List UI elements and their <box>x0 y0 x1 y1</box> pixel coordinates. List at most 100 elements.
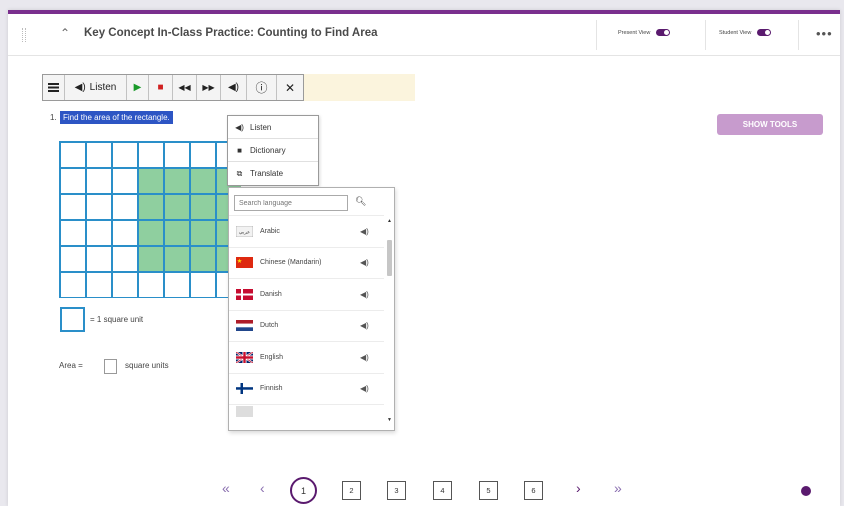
listen-label: Listen <box>89 82 117 93</box>
pagination: « ‹ 1 2 3 4 5 6 › » <box>8 477 840 504</box>
uk-flag-icon <box>236 351 253 363</box>
next-page-icon[interactable]: › <box>576 480 581 496</box>
speaker-icon[interactable]: ◀︎) <box>360 227 369 236</box>
info-icon[interactable]: ⓘ <box>247 75 277 100</box>
translate-icon: ⧉ <box>236 168 243 178</box>
divider <box>596 20 597 50</box>
selection-context-menu: ◀︎) Listen ■ Dictionary ⧉ Translate <box>227 115 319 186</box>
page-button[interactable]: 4 <box>433 481 452 500</box>
speaker-icon[interactable]: ◀︎) <box>360 290 369 299</box>
speaker-icon[interactable]: ◀︎) <box>360 353 369 362</box>
language-scrollbar[interactable]: ▲ ▼ <box>386 218 393 423</box>
language-name: Chinese (Mandarin) <box>260 259 322 267</box>
play-icon[interactable]: ▶ <box>127 75 149 100</box>
denmark-flag-icon <box>236 288 253 300</box>
grid-cell-shaded <box>137 219 165 247</box>
page-button[interactable]: 5 <box>479 481 498 500</box>
question-number: 1. <box>50 113 57 122</box>
grid-cell <box>111 219 139 247</box>
help-icon[interactable] <box>801 486 811 496</box>
grid-cell <box>85 167 113 195</box>
grid-cell <box>59 167 87 195</box>
grid-cell-shaded <box>163 167 191 195</box>
language-name: English <box>260 353 283 361</box>
grid-cell-shaded <box>189 245 217 273</box>
present-view-toggle[interactable] <box>656 29 671 36</box>
grid-cell <box>85 245 113 273</box>
student-view-toggle-group[interactable]: Student View <box>719 29 772 36</box>
context-item-label: Listen <box>250 122 272 132</box>
grid-cell-shaded <box>163 219 191 247</box>
context-item-label: Dictionary <box>250 145 286 155</box>
language-item-arabic[interactable]: عربي Arabic ◀︎) <box>229 215 384 247</box>
page-button[interactable]: 6 <box>524 481 543 500</box>
grid-cell <box>111 271 139 298</box>
context-item-label: Translate <box>250 169 284 178</box>
language-name: Dutch <box>260 322 279 330</box>
student-view-toggle[interactable] <box>757 29 772 36</box>
arabic-flag-icon: عربي <box>236 225 253 237</box>
rewind-icon[interactable]: ◀◀ <box>173 75 197 100</box>
language-search-input[interactable] <box>234 195 348 211</box>
language-item-chinese[interactable]: Chinese (Mandarin) ◀︎) <box>229 246 384 279</box>
grid-cell <box>59 141 87 169</box>
scroll-down-icon[interactable]: ▼ <box>387 417 392 423</box>
language-item-dutch[interactable]: Dutch ◀︎) <box>229 309 384 342</box>
flag-icon <box>236 406 253 417</box>
area-answer-input[interactable] <box>104 359 117 374</box>
stop-icon[interactable]: ■ <box>149 75 173 100</box>
unit-legend: = 1 square unit <box>90 315 144 324</box>
search-icon[interactable]: 🔍︎ <box>355 196 366 207</box>
speaker-icon[interactable]: ◀︎) <box>360 258 369 267</box>
menu-icon[interactable] <box>43 75 65 100</box>
grid-cell-shaded <box>137 245 165 273</box>
question-text[interactable]: Find the area of the rectangle. <box>60 111 173 124</box>
svg-text:عربي: عربي <box>239 229 250 235</box>
language-item-danish[interactable]: Danish ◀︎) <box>229 278 384 310</box>
volume-icon[interactable]: ◀︎) <box>221 75 247 100</box>
grid-cell <box>137 271 165 298</box>
speaker-icon[interactable]: ◀︎) <box>360 384 369 393</box>
grid-cell-shaded <box>189 167 217 195</box>
present-view-toggle-group[interactable]: Present View <box>618 29 671 36</box>
drag-handle-icon[interactable] <box>22 28 26 42</box>
fast-forward-icon[interactable]: ▶▶ <box>197 75 221 100</box>
speaker-icon[interactable]: ◀︎) <box>360 321 369 330</box>
grid-cell <box>59 193 87 221</box>
grid-svg <box>59 141 241 298</box>
grid-cell <box>111 193 139 221</box>
show-tools-button[interactable]: SHOW TOOLS <box>717 114 823 135</box>
listen-button[interactable]: ◀︎) Listen <box>65 75 127 100</box>
page-button[interactable]: 3 <box>387 481 406 500</box>
scroll-thumb[interactable] <box>387 240 392 276</box>
grid-cell <box>59 219 87 247</box>
context-listen-item[interactable]: ◀︎) Listen <box>228 116 318 139</box>
speaker-icon: ◀︎) <box>74 82 86 93</box>
divider <box>798 20 799 50</box>
previous-page-icon[interactable]: ‹ <box>260 480 265 496</box>
grid-cell <box>85 271 113 298</box>
page-button-current[interactable]: 1 <box>290 477 317 504</box>
language-item-finnish[interactable]: Finnish ◀︎) <box>229 372 384 405</box>
grid-cell-shaded <box>163 245 191 273</box>
language-panel: 🔍︎ عربي Arabic ◀︎) Chinese (Mandarin) ◀︎… <box>228 187 395 431</box>
context-translate-item[interactable]: ⧉ Translate <box>228 162 318 185</box>
scroll-up-icon[interactable]: ▲ <box>387 218 392 224</box>
grid-cell-shaded <box>137 193 165 221</box>
header: ⌃ Key Concept In-Class Practice: Countin… <box>8 14 840 56</box>
grid-cell-shaded <box>189 219 217 247</box>
more-options-icon[interactable]: ••• <box>816 26 833 41</box>
grid-cell <box>85 141 113 169</box>
close-icon[interactable]: ✕ <box>277 75 303 100</box>
context-dictionary-item[interactable]: ■ Dictionary <box>228 139 318 162</box>
last-page-icon[interactable]: » <box>614 480 622 496</box>
first-page-icon[interactable]: « <box>222 480 230 496</box>
unit-square <box>60 307 85 332</box>
language-item-partial[interactable] <box>229 404 384 418</box>
language-name: Danish <box>260 290 282 298</box>
language-item-english[interactable]: English ◀︎) <box>229 341 384 373</box>
grid-cell <box>85 219 113 247</box>
page-button[interactable]: 2 <box>342 481 361 500</box>
chevron-up-icon[interactable]: ⌃ <box>60 26 70 40</box>
lesson-frame: ⌃ Key Concept In-Class Practice: Countin… <box>8 10 840 506</box>
